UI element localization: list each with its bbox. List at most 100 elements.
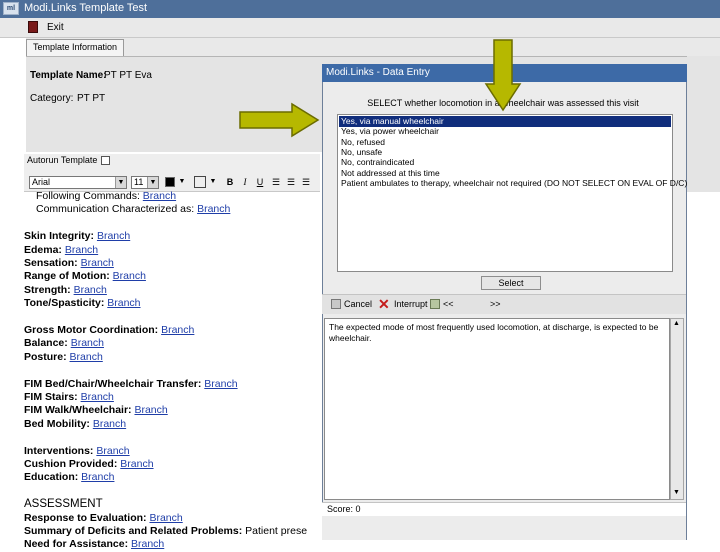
document-line: Education: Branch [24,471,322,484]
field-label: Following Commands: [36,190,140,202]
field-label: Balance: [24,337,68,350]
field-label: Need for Assistance: [24,538,129,551]
category-label: Category: [30,93,74,104]
branch-link[interactable]: Branch [161,324,194,336]
bold-icon[interactable]: B [224,176,236,188]
result-scrollbar[interactable]: ▲ ▼ [670,318,684,500]
document-line: Following Commands: Branch [24,190,322,203]
branch-link[interactable]: Branch [93,418,126,430]
branch-link[interactable]: Branch [65,244,98,256]
forward-button[interactable]: >> [490,299,501,309]
document-line: Sensation: Branch [24,257,322,270]
document-line: Edema: Branch [24,244,322,257]
field-label: ASSESSMENT [24,498,103,511]
field-label: Interventions: [24,444,94,457]
chevron-down-icon: ▼ [115,177,126,188]
dialog-title: Modi.Links - Data Entry [326,67,430,78]
font-select[interactable]: Arial ▼ [29,176,127,189]
field-label: Tone/Spasticity: [24,297,105,310]
document-line: Gross Motor Coordination: Branch [24,324,322,337]
branch-link[interactable]: Branch [97,230,130,242]
document-line: Summary of Deficits and Related Problems… [24,525,322,538]
branch-link[interactable]: Branch [204,378,237,390]
align-left-icon[interactable]: ☰ [270,176,282,188]
align-center-icon[interactable]: ☰ [285,176,297,188]
dialog-action-bar: Cancel ✕ Interrupt << >> [322,294,686,314]
back-button[interactable]: << [443,299,454,309]
chevron-down-icon[interactable]: ▼ [207,176,219,188]
branch-link[interactable]: Branch [120,458,153,470]
field-label: FIM Stairs: [24,391,78,404]
close-icon[interactable]: ✕ [378,296,390,312]
option-item[interactable]: Patient ambulates to therapy, wheelchair… [339,178,687,189]
branch-link[interactable]: Branch [74,284,107,296]
field-label: Strength: [24,283,71,296]
title-bar: ml Modi.Links Template Test [0,0,720,18]
field-label: Communication Characterized as: [36,203,195,216]
right-arrow-icon [239,102,320,138]
branch-link[interactable]: Branch [134,404,167,416]
branch-link[interactable]: Branch [96,445,129,457]
field-label: Gross Motor Coordination: [24,324,159,337]
field-label: FIM Walk/Wheelchair: [24,404,132,417]
chevron-down-icon[interactable]: ▼ [176,176,188,188]
score-field: Score: 0 [322,502,686,516]
document-spacer [24,485,322,498]
document-line: Need for Assistance: Branch [24,538,322,551]
chevron-up-icon[interactable]: ▲ [673,320,680,327]
document-body: Following Commands: Branch Communication … [24,190,322,552]
section-heading: ASSESSMENT [24,498,322,511]
app-logo: ml [3,2,19,15]
interrupt-button[interactable]: Interrupt [394,299,428,309]
exit-icon[interactable] [28,21,38,33]
italic-icon[interactable]: I [239,176,251,188]
branch-link[interactable]: Branch [71,337,104,349]
document-line: Tone/Spasticity: Branch [24,297,322,310]
branch-link[interactable]: Branch [81,257,114,269]
back-icon[interactable] [430,299,440,309]
size-select[interactable]: 11 ▼ [131,176,159,189]
border-icon[interactable] [194,176,206,188]
exit-menu-item[interactable]: Exit [47,22,64,33]
branch-link[interactable]: Branch [143,190,176,202]
cancel-icon[interactable] [331,299,341,309]
color-swatch-icon[interactable] [165,177,175,187]
document-line: FIM Bed/Chair/Wheelchair Transfer: Branc… [24,378,322,391]
branch-link[interactable]: Branch [113,270,146,282]
autorun-checkbox[interactable] [101,156,110,165]
document-line: Interventions: Branch [24,445,322,458]
field-label: Sensation: [24,257,78,270]
chevron-down-icon: ▼ [147,177,158,188]
field-label: Range of Motion: [24,270,110,283]
down-arrow-icon [484,39,522,112]
field-label: Cushion Provided: [24,458,118,471]
size-select-value: 11 [134,177,144,187]
cancel-button[interactable]: Cancel [344,299,372,309]
document-line: FIM Walk/Wheelchair: Branch [24,404,322,417]
tab-strip [26,38,720,56]
result-textarea[interactable]: The expected mode of most frequently use… [324,318,670,500]
branch-link[interactable]: Branch [70,351,103,363]
select-button[interactable]: Select [481,276,541,290]
document-line: Skin Integrity: Branch [24,230,322,243]
document-line: Bed Mobility: Branch [24,418,322,431]
document-spacer [24,431,322,444]
branch-link[interactable]: Branch [197,203,230,215]
autorun-label: Autorun Template [27,155,98,165]
branch-link[interactable]: Branch [81,391,114,403]
branch-link[interactable]: Branch [107,297,140,309]
document-line: Balance: Branch [24,337,322,350]
align-justify-icon[interactable]: ☰ [300,176,312,188]
underline-icon[interactable]: U [254,176,266,188]
branch-link[interactable]: Branch [149,512,182,524]
field-label: Bed Mobility: [24,417,90,430]
window-title: Modi.Links Template Test [24,2,148,14]
branch-link[interactable]: Branch [131,538,164,550]
field-label: Edema: [24,243,62,256]
chevron-down-icon[interactable]: ▼ [673,489,680,496]
branch-link[interactable]: Branch [81,471,114,483]
options-listbox[interactable]: Yes, via manual wheelchair Yes, via power… [337,114,687,272]
tab-template-information[interactable]: Template Information [26,39,125,56]
category-value: PT PT [77,93,106,104]
document-line: Communication Characterized as: Branch [24,203,322,216]
